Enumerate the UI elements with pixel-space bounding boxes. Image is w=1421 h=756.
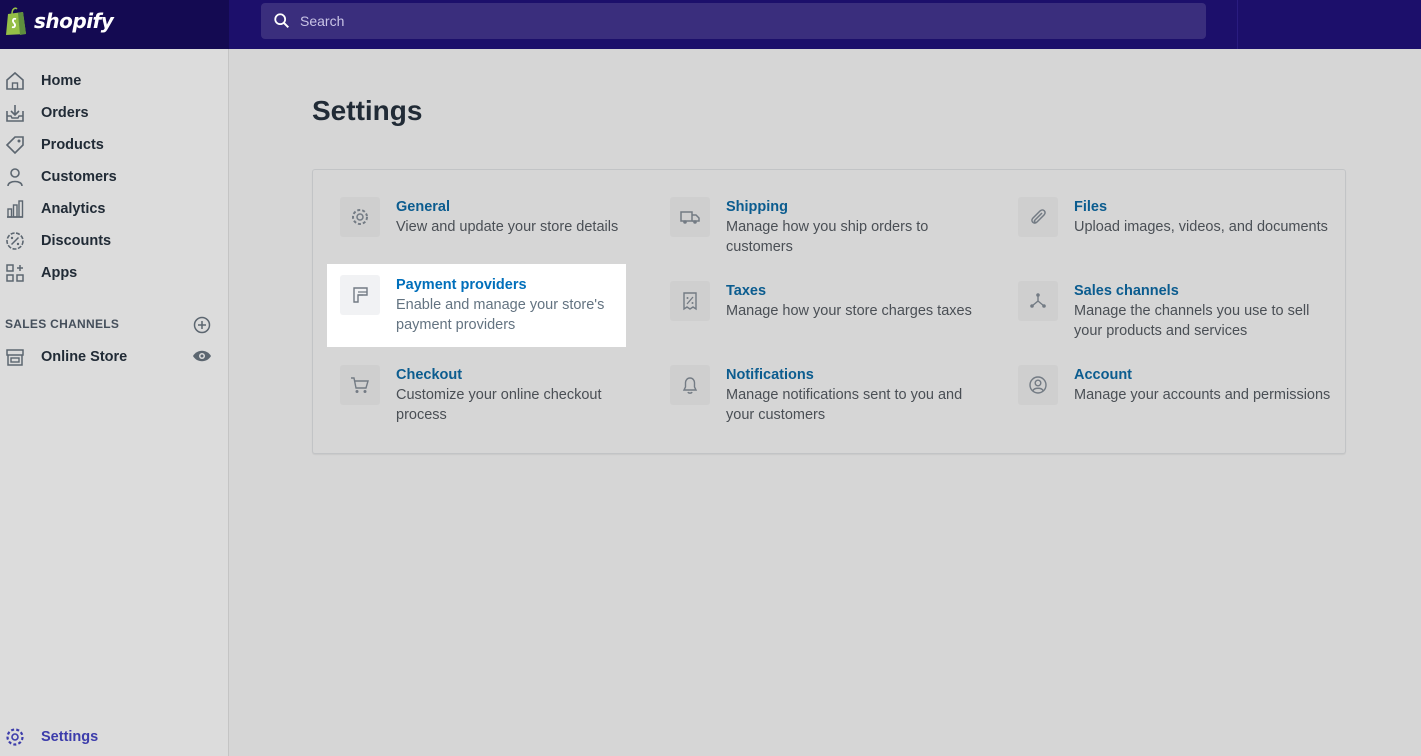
settings-tile-description: Customize your online checkout process <box>396 387 602 423</box>
sidebar-item-settings[interactable]: Settings <box>0 722 229 752</box>
shopping-bag-icon <box>6 7 26 35</box>
apps-icon <box>4 262 26 284</box>
search-bar[interactable] <box>261 3 1206 39</box>
settings-tile-title[interactable]: Taxes <box>726 281 986 301</box>
settings-tile-description: Manage the channels you use to sell your… <box>1074 303 1310 339</box>
settings-tile-title[interactable]: Account <box>1074 365 1334 385</box>
sidebar-item-customers[interactable]: Customers <box>0 162 229 192</box>
tag-icon <box>4 134 26 156</box>
payment-icon <box>340 275 380 315</box>
add-circle-icon[interactable] <box>193 316 211 334</box>
receipt-icon <box>670 281 710 321</box>
settings-tile-text: Notifications Manage notifications sent … <box>726 365 986 425</box>
settings-tile-text: General View and update your store detai… <box>396 197 656 237</box>
sales-channels-heading: SALES CHANNELS <box>5 317 120 331</box>
top-bar: shopify <box>0 0 1421 49</box>
shopify-logo[interactable]: shopify <box>4 6 114 36</box>
gear-icon <box>340 197 380 237</box>
sidebar-item-discounts[interactable]: Discounts <box>0 226 229 256</box>
settings-tile-description: Enable and manage your store's payment p… <box>396 297 605 333</box>
top-bar-divider <box>1237 0 1238 49</box>
sidebar-item-label: Settings <box>41 729 99 745</box>
account-icon <box>1018 365 1058 405</box>
cart-icon <box>340 365 380 405</box>
settings-tile-title[interactable]: Shipping <box>726 197 986 217</box>
settings-tile-notifications[interactable]: Notifications Manage notifications sent … <box>670 365 970 425</box>
sidebar-item-label: Discounts <box>41 233 112 249</box>
main-content: Settings General View and update your st… <box>229 49 1421 756</box>
sidebar-item-analytics[interactable]: Analytics <box>0 194 229 224</box>
sidebar-item-label: Online Store <box>41 349 128 365</box>
settings-tile-text: Account Manage your accounts and permiss… <box>1074 365 1334 405</box>
sidebar-item-products[interactable]: Products <box>0 130 229 160</box>
settings-tile-text: Shipping Manage how you ship orders to c… <box>726 197 986 257</box>
home-icon <box>4 70 26 92</box>
sidebar-item-home[interactable]: Home <box>0 66 229 96</box>
settings-tile-title[interactable]: Notifications <box>726 365 986 385</box>
settings-tile-general[interactable]: General View and update your store detai… <box>340 197 640 257</box>
sidebar-item-label: Home <box>41 73 82 89</box>
channels-icon <box>1018 281 1058 321</box>
settings-tile-checkout[interactable]: Checkout Customize your online checkout … <box>340 365 640 425</box>
sidebar-item-apps[interactable]: Apps <box>0 258 229 288</box>
settings-tile-description: View and update your store details <box>396 219 619 235</box>
settings-tile-text: Files Upload images, videos, and documen… <box>1074 197 1334 237</box>
sidebar-item-label: Customers <box>41 169 117 185</box>
settings-tile-text: Taxes Manage how your store charges taxe… <box>726 281 986 321</box>
settings-tile-text: Sales channels Manage the channels you u… <box>1074 281 1334 341</box>
settings-tile-description: Manage how you ship orders to customers <box>726 219 929 255</box>
settings-tile-account[interactable]: Account Manage your accounts and permiss… <box>1018 365 1330 425</box>
settings-tile-shipping[interactable]: Shipping Manage how you ship orders to c… <box>670 197 970 257</box>
brand-wordmark: shopify <box>34 9 114 33</box>
settings-tile-sales-channels[interactable]: Sales channels Manage the channels you u… <box>1018 281 1318 341</box>
discount-icon <box>4 230 26 252</box>
search-input[interactable] <box>300 13 1206 29</box>
settings-tile-title[interactable]: Sales channels <box>1074 281 1334 301</box>
sidebar: Home Orders Products Customers Analytics… <box>0 49 229 756</box>
sidebar-item-label: Apps <box>41 265 78 281</box>
settings-tile-title[interactable]: Files <box>1074 197 1334 217</box>
sidebar-item-orders[interactable]: Orders <box>0 98 229 128</box>
settings-tile-title[interactable]: Checkout <box>396 365 656 385</box>
settings-tile-files[interactable]: Files Upload images, videos, and documen… <box>1018 197 1328 257</box>
store-icon <box>4 346 26 368</box>
page-title: Settings <box>312 95 423 126</box>
settings-tile-description: Upload images, videos, and documents <box>1074 219 1328 235</box>
search-icon <box>274 13 290 29</box>
settings-tile-title[interactable]: Payment providers <box>396 275 656 295</box>
gear-icon <box>4 726 26 748</box>
sidebar-item-label: Products <box>41 137 104 153</box>
settings-tile-title[interactable]: General <box>396 197 656 217</box>
truck-icon <box>670 197 710 237</box>
settings-tile-description: Manage how your store charges taxes <box>726 303 972 319</box>
paperclip-icon <box>1018 197 1058 237</box>
settings-tile-taxes[interactable]: Taxes Manage how your store charges taxe… <box>670 281 972 341</box>
sidebar-item-label: Orders <box>41 105 89 121</box>
settings-tile-description: Manage your accounts and permissions <box>1074 387 1331 403</box>
bell-icon <box>670 365 710 405</box>
settings-tile-payment-providers[interactable]: Payment providers Enable and manage your… <box>340 275 640 335</box>
person-icon <box>4 166 26 188</box>
settings-tile-text: Payment providers Enable and manage your… <box>396 275 656 335</box>
settings-tile-description: Manage notifications sent to you and you… <box>726 387 963 423</box>
orders-icon <box>4 102 26 124</box>
bar-chart-icon <box>4 198 26 220</box>
settings-tile-text: Checkout Customize your online checkout … <box>396 365 656 425</box>
sidebar-item-label: Analytics <box>41 201 106 217</box>
top-bar-brand-area: shopify <box>0 0 229 49</box>
eye-icon[interactable] <box>192 349 212 363</box>
